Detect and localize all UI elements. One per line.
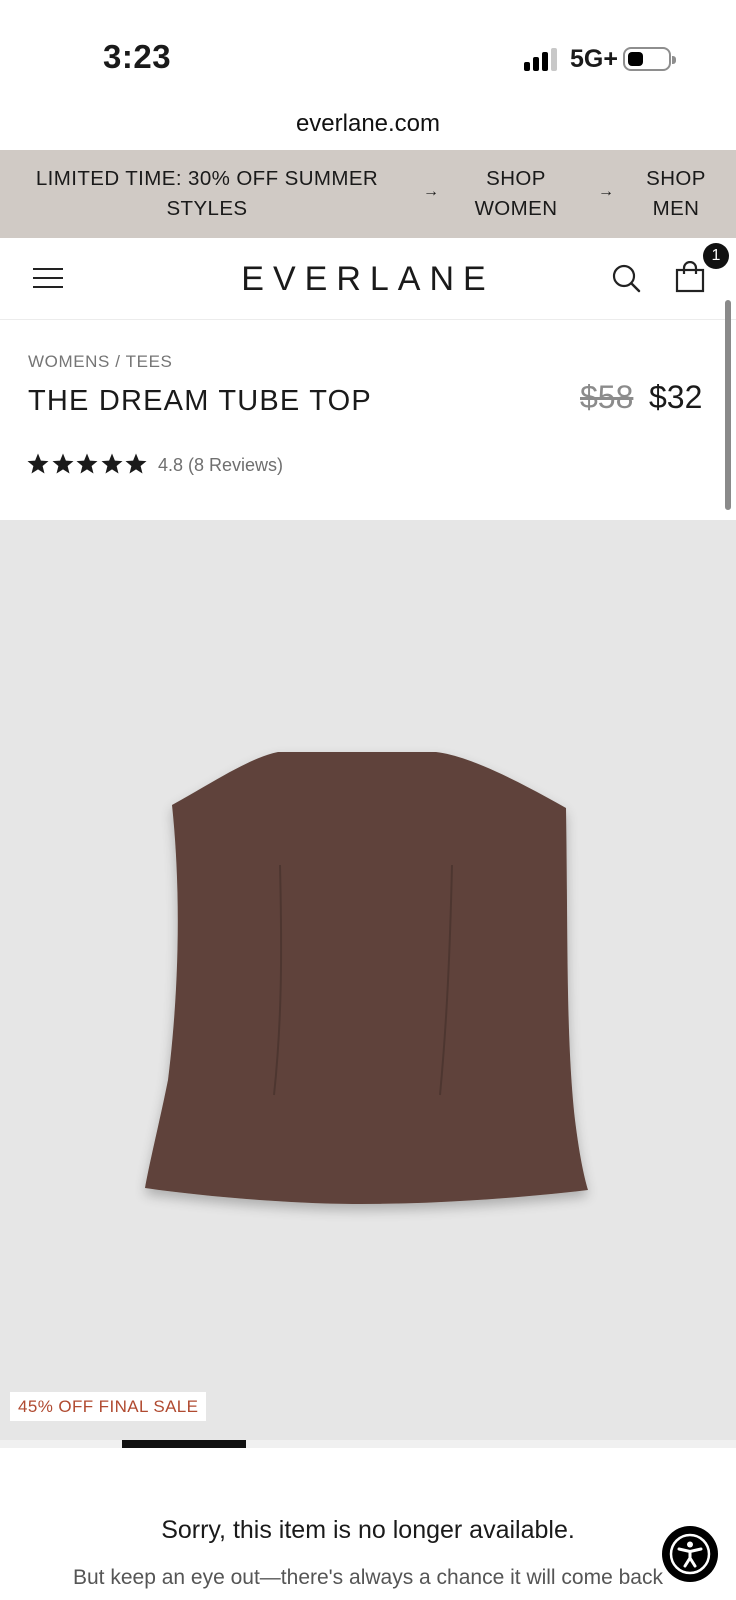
battery-icon [623, 47, 676, 71]
shop-men-link[interactable]: SHOP MEN [640, 164, 712, 224]
unavailable-subtext: But keep an eye out—there's always a cha… [73, 1566, 663, 1600]
star-icon [101, 453, 122, 474]
promo-banner: LIMITED TIME: 30% OFF SUMMER STYLES → SH… [0, 150, 736, 238]
star-icon [27, 453, 49, 474]
carousel-indicator [122, 1440, 246, 1448]
sale-price: $32 [649, 379, 703, 415]
status-time: 3:23 [103, 38, 172, 75]
sale-badge: 45% OFF FINAL SALE [10, 1392, 207, 1421]
breadcrumb[interactable]: WOMENS / TEES [28, 352, 172, 372]
carousel-track[interactable] [0, 1440, 736, 1448]
promo-message: LIMITED TIME: 30% OFF SUMMER STYLES [35, 167, 379, 220]
tube-top-image [145, 752, 588, 1204]
search-icon[interactable] [611, 263, 641, 293]
arrow-right-icon: → [598, 183, 614, 200]
star-icon [52, 453, 73, 474]
rating-summary[interactable]: 4.8 (8 Reviews) [158, 455, 283, 476]
network-label: 5G+ [570, 45, 618, 73]
product-image[interactable] [0, 520, 736, 1440]
shopping-bag-icon[interactable] [675, 261, 705, 293]
product-title: THE DREAM TUBE TOP [28, 385, 372, 417]
accessibility-icon [669, 1533, 711, 1575]
original-price: $58 [580, 379, 634, 415]
scrollbar[interactable] [725, 300, 731, 510]
star-icon [125, 453, 147, 474]
unavailable-message: Sorry, this item is no longer available. [161, 1516, 575, 1544]
arrow-right-icon: → [423, 183, 439, 200]
signal-icon [524, 48, 560, 71]
url-bar[interactable]: everlane.com [0, 110, 736, 138]
star-icon [76, 453, 98, 474]
cart-count-badge: 1 [703, 243, 729, 269]
accessibility-button[interactable] [662, 1526, 718, 1582]
shop-women-link[interactable]: SHOP WOMEN [462, 164, 570, 224]
site-header: EVERLANE [0, 238, 736, 320]
status-bar: 3:23 5G+ [0, 0, 736, 100]
